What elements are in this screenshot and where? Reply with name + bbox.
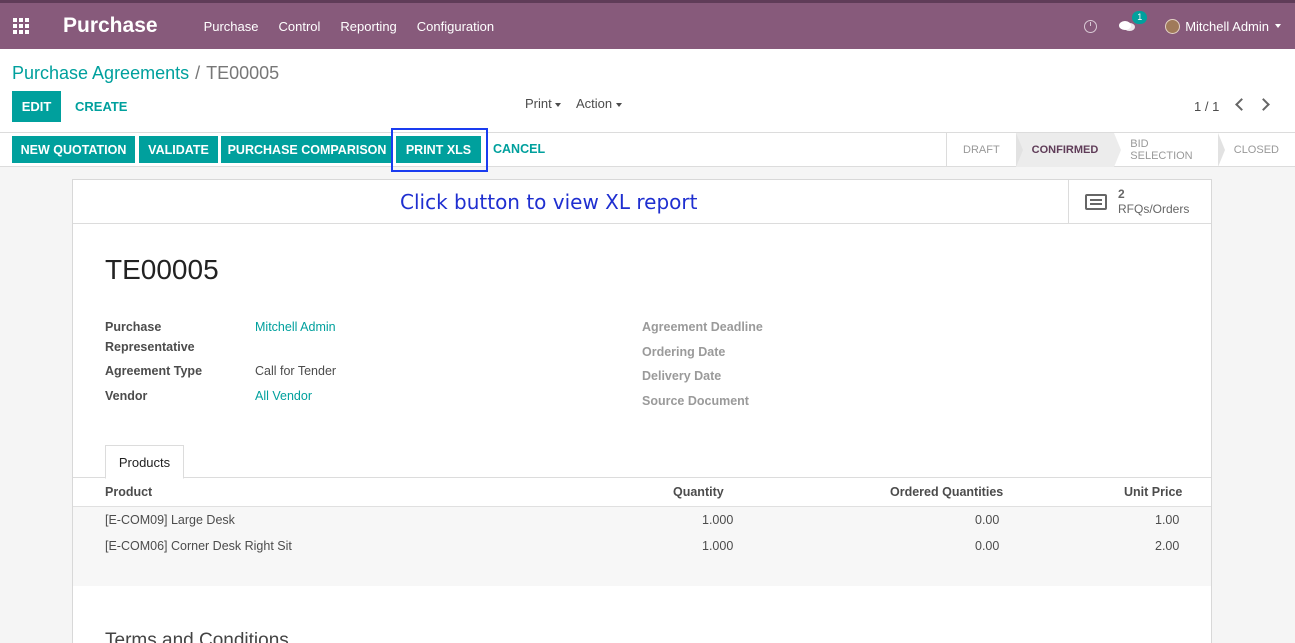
print-caret-icon	[555, 102, 562, 107]
column-header-quantity[interactable]: Quantity	[673, 485, 724, 499]
purchase-comparison-button[interactable]: PURCHASE COMPARISON	[221, 136, 393, 163]
delivery-date-label: Delivery Date	[642, 369, 722, 383]
button-box: Click button to view XL report 2 RFQs/Or…	[73, 180, 1211, 224]
tab-products[interactable]: Products	[105, 445, 184, 479]
terms-heading: Terms and Conditions	[105, 630, 289, 643]
user-avatar[interactable]	[1165, 18, 1181, 34]
menu-configuration[interactable]: Configuration	[417, 19, 494, 34]
apps-menu-icon[interactable]	[1, 3, 41, 49]
table-row-1-ordered-quantities[interactable]: 0.00	[975, 513, 999, 527]
agreement-deadline-label: Agreement Deadline	[642, 320, 763, 334]
column-header-unit-price[interactable]: Unit Price	[1124, 485, 1182, 499]
table-row-2-quantity[interactable]: 1.000	[702, 539, 733, 553]
purchase-representative-value[interactable]: Mitchell Admin	[255, 320, 336, 334]
menu-control[interactable]: Control	[278, 19, 320, 34]
vendor-value[interactable]: All Vendor	[255, 389, 312, 403]
chat-count-badge: 1	[1132, 11, 1148, 24]
table-body: [E-COM09] Large Desk 1.000 0.00 1.00 [E-…	[73, 507, 1211, 560]
ordering-date-label: Ordering Date	[642, 345, 726, 359]
pager-value[interactable]: 1 / 1	[1194, 99, 1219, 114]
print-dropdown-label: Print	[525, 96, 552, 111]
menu-reporting[interactable]: Reporting	[340, 19, 396, 34]
stage-bid-selection: BID SELECTION	[1114, 133, 1226, 167]
table-row-1-quantity[interactable]: 1.000	[702, 513, 733, 527]
breadcrumb-parent-link[interactable]: Purchase Agreements	[12, 63, 189, 83]
table-row-2-unit-price[interactable]: 2.00	[1155, 539, 1179, 553]
print-xls-highlight-box	[391, 128, 488, 172]
stage-confirmed: CONFIRMED	[1015, 133, 1121, 167]
edit-button[interactable]: EDIT	[12, 91, 61, 122]
breadcrumb: Purchase Agreements / TE00005	[12, 63, 279, 84]
rfqs-orders-smart-button[interactable]: 2 RFQs/Orders	[1068, 180, 1211, 224]
stage-closed: CLOSED	[1233, 144, 1279, 156]
top-navbar: Purchase Purchase Control Reporting Conf…	[0, 0, 1295, 49]
messaging-chat-icon[interactable]: 1	[1119, 11, 1148, 32]
table-row-2-ordered-quantities[interactable]: 0.00	[975, 539, 999, 553]
validate-button[interactable]: VALIDATE	[139, 136, 218, 163]
print-dropdown[interactable]: Print	[525, 96, 562, 111]
agreement-type-label: Agreement Type	[105, 364, 203, 378]
action-dropdown[interactable]: Action	[576, 96, 622, 111]
pager-next-icon[interactable]	[1257, 98, 1270, 111]
column-header-ordered-quantities[interactable]: Ordered Quantities	[890, 485, 1003, 499]
table-row-1-unit-price[interactable]: 1.00	[1155, 513, 1179, 527]
table-row-2-product[interactable]: [E-COM06] Corner Desk Right Sit	[105, 539, 292, 553]
action-dropdown-label: Action	[576, 96, 613, 111]
smart-button-count: 2	[1118, 187, 1125, 201]
form-sheet: Click button to view XL report 2 RFQs/Or…	[72, 179, 1212, 643]
smart-button-label: RFQs/Orders	[1118, 202, 1190, 216]
app-title: Purchase	[63, 14, 158, 37]
form-statusbar: NEW QUOTATION VALIDATE PURCHASE COMPARIS…	[0, 133, 1295, 167]
create-button[interactable]: CREATE	[75, 99, 127, 114]
control-panel: Purchase Agreements / TE00005 EDIT CREATE …	[0, 49, 1295, 133]
smart-button-text: 2 RFQs/Orders	[1118, 187, 1189, 217]
stage-draft: DRAFT	[947, 133, 1023, 167]
annotation-text: Click button to view XL report	[400, 190, 698, 214]
purchase-representative-label: Purchase Representative	[105, 320, 195, 354]
user-caret-icon[interactable]	[1275, 24, 1281, 28]
vendor-label: Vendor	[105, 389, 148, 403]
list-icon	[1085, 194, 1107, 210]
activity-clock-icon[interactable]	[1084, 19, 1098, 33]
user-menu[interactable]: Mitchell Admin	[1185, 19, 1269, 34]
agreement-type-value: Call for Tender	[255, 364, 337, 378]
source-document-label: Source Document	[642, 394, 749, 408]
stage-pipeline: DRAFT CONFIRMED BID SELECTION CLOSED	[946, 133, 1295, 167]
pager-previous-icon[interactable]	[1235, 98, 1248, 111]
new-quotation-button[interactable]: NEW QUOTATION	[12, 136, 135, 163]
column-header-product[interactable]: Product	[105, 485, 152, 499]
record-title: TE00005	[105, 254, 219, 285]
breadcrumb-current: TE00005	[206, 63, 280, 83]
table-footer	[73, 560, 1211, 586]
table-row-1-product[interactable]: [E-COM09] Large Desk	[105, 513, 235, 527]
notebook-tabs: Products	[73, 444, 1211, 479]
cancel-button[interactable]: CANCEL	[493, 142, 545, 156]
action-caret-icon	[615, 102, 622, 107]
menu-purchase[interactable]: Purchase	[204, 19, 259, 34]
breadcrumb-separator: /	[195, 63, 201, 83]
